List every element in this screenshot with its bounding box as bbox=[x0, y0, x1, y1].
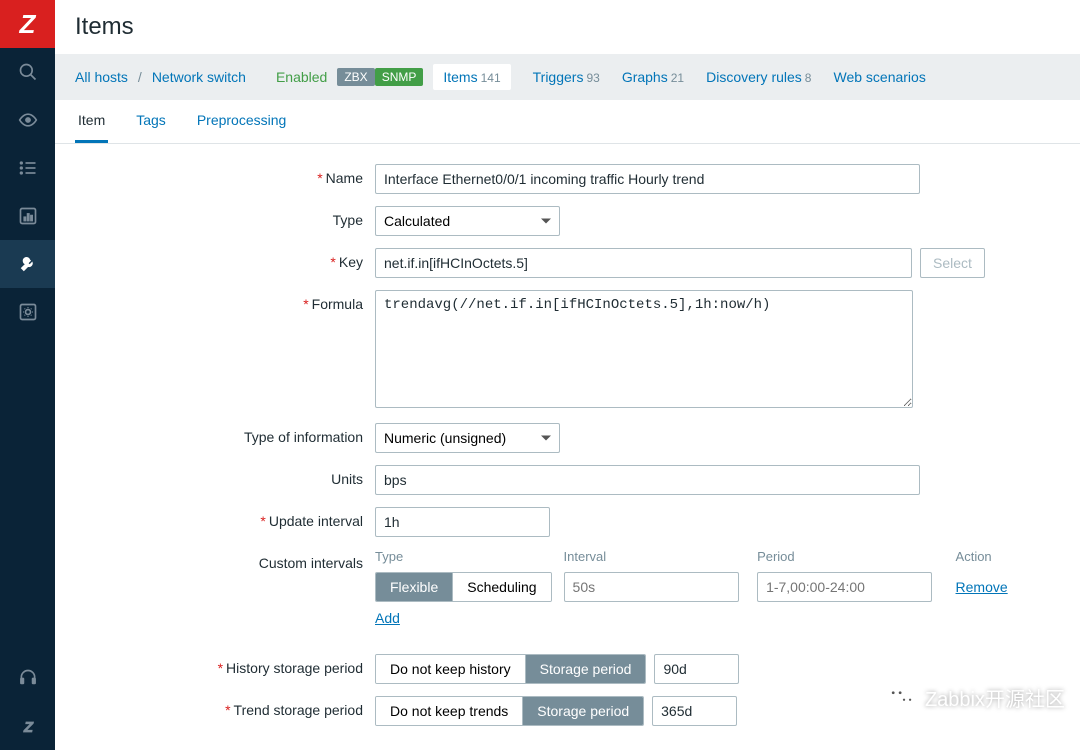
crumb-host[interactable]: Network switch bbox=[152, 69, 246, 85]
seg-scheduling[interactable]: Scheduling bbox=[452, 573, 550, 601]
seg-flexible[interactable]: Flexible bbox=[376, 573, 452, 601]
history-value-input[interactable] bbox=[654, 654, 739, 684]
host-tags: ZBXSNMP bbox=[337, 68, 423, 86]
tab-item[interactable]: Item bbox=[75, 100, 108, 143]
nav-list-icon[interactable] bbox=[0, 144, 55, 192]
crumb-all-hosts[interactable]: All hosts bbox=[75, 69, 128, 85]
nav-triggers[interactable]: Triggers93 bbox=[533, 69, 600, 85]
nav-eye-icon[interactable] bbox=[0, 96, 55, 144]
nav-wrench-icon[interactable] bbox=[0, 240, 55, 288]
ci-row: Flexible Scheduling Remove bbox=[375, 572, 1025, 602]
ci-head-interval: Interval bbox=[564, 549, 758, 564]
nav-gear-icon[interactable] bbox=[0, 288, 55, 336]
type-select[interactable]: Calculated bbox=[375, 206, 560, 236]
label-key: *Key bbox=[55, 248, 375, 270]
nav-discovery[interactable]: Discovery rules8 bbox=[706, 69, 811, 85]
ci-head-period: Period bbox=[757, 549, 955, 564]
tab-tags[interactable]: Tags bbox=[133, 100, 169, 143]
units-input[interactable] bbox=[375, 465, 920, 495]
trend-value-input[interactable] bbox=[652, 696, 737, 726]
nav-chart-icon[interactable] bbox=[0, 192, 55, 240]
logo[interactable]: Z bbox=[0, 0, 55, 48]
svg-text:Z: Z bbox=[22, 719, 33, 736]
label-name: *Name bbox=[55, 164, 375, 186]
ci-head-type: Type bbox=[375, 549, 564, 564]
label-update: *Update interval bbox=[55, 507, 375, 529]
trend-toggle: Do not keep trends Storage period bbox=[375, 696, 644, 726]
tab-preprocessing[interactable]: Preprocessing bbox=[194, 100, 290, 143]
host-status: Enabled bbox=[276, 69, 327, 85]
crumb-separator: / bbox=[138, 69, 142, 85]
label-units: Units bbox=[55, 465, 375, 487]
tag-snmp: SNMP bbox=[375, 68, 424, 86]
trend-yes-button[interactable]: Storage period bbox=[522, 697, 643, 725]
label-type-info: Type of information bbox=[55, 423, 375, 445]
ci-interval-input[interactable] bbox=[564, 572, 739, 602]
tag-zbx: ZBX bbox=[337, 68, 374, 86]
tabs: Item Tags Preprocessing bbox=[55, 100, 1080, 144]
formula-input[interactable]: trendavg(//net.if.in[ifHCInOctets.5],1h:… bbox=[375, 290, 913, 408]
history-yes-button[interactable]: Storage period bbox=[525, 655, 646, 683]
nav-z-icon[interactable]: Z bbox=[0, 702, 55, 750]
nav-graphs[interactable]: Graphs21 bbox=[622, 69, 684, 85]
ci-type-toggle: Flexible Scheduling bbox=[375, 572, 552, 602]
name-input[interactable] bbox=[375, 164, 920, 194]
type-select-wrap: Calculated bbox=[375, 206, 560, 236]
label-history: *History storage period bbox=[55, 654, 375, 676]
label-formula: *Formula bbox=[55, 290, 375, 312]
label-trend: *Trend storage period bbox=[55, 696, 375, 718]
history-no-button[interactable]: Do not keep history bbox=[376, 655, 525, 683]
update-interval-input[interactable] bbox=[375, 507, 550, 537]
filter-bar: All hosts / Network switch Enabled ZBXSN… bbox=[55, 54, 1080, 100]
nav-support-icon[interactable] bbox=[0, 654, 55, 702]
type-info-wrap: Numeric (unsigned) bbox=[375, 423, 560, 453]
label-type: Type bbox=[55, 206, 375, 228]
page-title: Items bbox=[55, 0, 1080, 54]
nav-web[interactable]: Web scenarios bbox=[833, 69, 925, 85]
trend-no-button[interactable]: Do not keep trends bbox=[376, 697, 522, 725]
ci-period-input[interactable] bbox=[757, 572, 932, 602]
nav-items[interactable]: Items141 bbox=[433, 64, 510, 90]
custom-intervals-table: Type Interval Period Action Flexible Sch… bbox=[375, 549, 1025, 626]
ci-add-link[interactable]: Add bbox=[375, 610, 400, 626]
history-toggle: Do not keep history Storage period bbox=[375, 654, 646, 684]
label-custom: Custom intervals bbox=[55, 549, 375, 571]
type-info-select[interactable]: Numeric (unsigned) bbox=[375, 423, 560, 453]
item-form: *Name Type Calculated *Key Select *Formu… bbox=[55, 144, 1080, 750]
sidebar: Z Z bbox=[0, 0, 55, 750]
ci-remove-link[interactable]: Remove bbox=[956, 579, 1008, 595]
key-input[interactable] bbox=[375, 248, 912, 278]
main-content: Items All hosts / Network switch Enabled… bbox=[55, 0, 1080, 750]
ci-head-action: Action bbox=[956, 549, 1025, 564]
key-select-button[interactable]: Select bbox=[920, 248, 985, 278]
nav-search-icon[interactable] bbox=[0, 48, 55, 96]
